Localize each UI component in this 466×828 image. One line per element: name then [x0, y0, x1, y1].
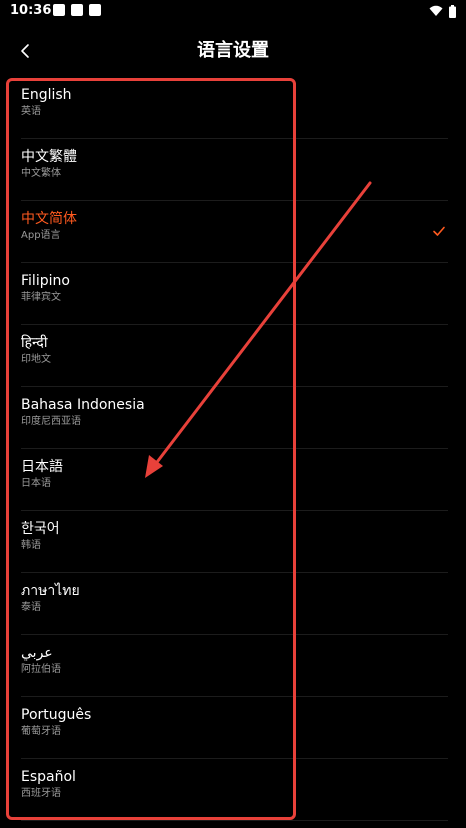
language-subtitle: 葡萄牙语 [21, 726, 61, 737]
language-subtitle: 印地文 [21, 354, 51, 365]
status-right [429, 3, 456, 19]
language-item-japanese[interactable]: 日本語 日本语 [0, 449, 466, 511]
language-subtitle: 印度尼西亚语 [21, 416, 81, 427]
language-item-filipino[interactable]: Filipino 菲律宾文 [0, 263, 466, 325]
language-item-english[interactable]: English 英语 [0, 77, 466, 139]
language-name: Filipino [21, 273, 70, 289]
language-subtitle: 阿拉伯语 [21, 664, 61, 675]
language-subtitle: App语言 [21, 230, 61, 241]
language-item-indonesian[interactable]: Bahasa Indonesia 印度尼西亚语 [0, 387, 466, 449]
language-subtitle: 西班牙语 [21, 788, 61, 799]
language-item-korean[interactable]: 한국어 韩语 [0, 511, 466, 573]
language-name: Português [21, 707, 92, 723]
wifi-icon [429, 5, 443, 16]
language-subtitle: 韩语 [21, 540, 41, 551]
language-item-simplified-chinese[interactable]: 中文简体 App语言 [0, 201, 466, 263]
language-subtitle: 英语 [21, 106, 41, 117]
language-name: Bahasa Indonesia [21, 397, 145, 413]
language-item-spanish[interactable]: Español 西班牙语 [0, 759, 466, 821]
language-subtitle: 泰语 [21, 602, 41, 613]
notification-icon [71, 4, 83, 16]
language-name: عربي [21, 645, 53, 661]
check-icon [433, 226, 445, 236]
notification-icon [53, 4, 65, 16]
language-name: हिन्दी [21, 335, 48, 351]
language-subtitle: 菲律宾文 [21, 292, 61, 303]
language-subtitle: 日本语 [21, 478, 51, 489]
language-name: ภาษาไทย [21, 583, 80, 599]
language-name: 中文简体 [21, 211, 77, 227]
language-list: English 英语 中文繁體 中文繁体 中文简体 App语言 Filipino… [0, 77, 466, 821]
language-name: 中文繁體 [21, 149, 77, 165]
notification-icon [89, 4, 101, 16]
language-name: English [21, 87, 72, 103]
language-subtitle: 中文繁体 [21, 168, 61, 179]
status-bar: 10:36 [0, 0, 466, 22]
battery-icon [449, 4, 456, 18]
language-name: Español [21, 769, 76, 785]
language-name: 한국어 [21, 521, 60, 537]
language-item-thai[interactable]: ภาษาไทย 泰语 [0, 573, 466, 635]
language-item-traditional-chinese[interactable]: 中文繁體 中文繁体 [0, 139, 466, 201]
status-time: 10:36 [10, 3, 52, 18]
language-item-arabic[interactable]: عربي 阿拉伯语 [0, 635, 466, 697]
page-title: 语言设置 [197, 40, 269, 61]
header: 语言设置 [0, 30, 466, 72]
language-name: 日本語 [21, 459, 63, 475]
language-item-portuguese[interactable]: Português 葡萄牙语 [0, 697, 466, 759]
language-item-hindi[interactable]: हिन्दी 印地文 [0, 325, 466, 387]
